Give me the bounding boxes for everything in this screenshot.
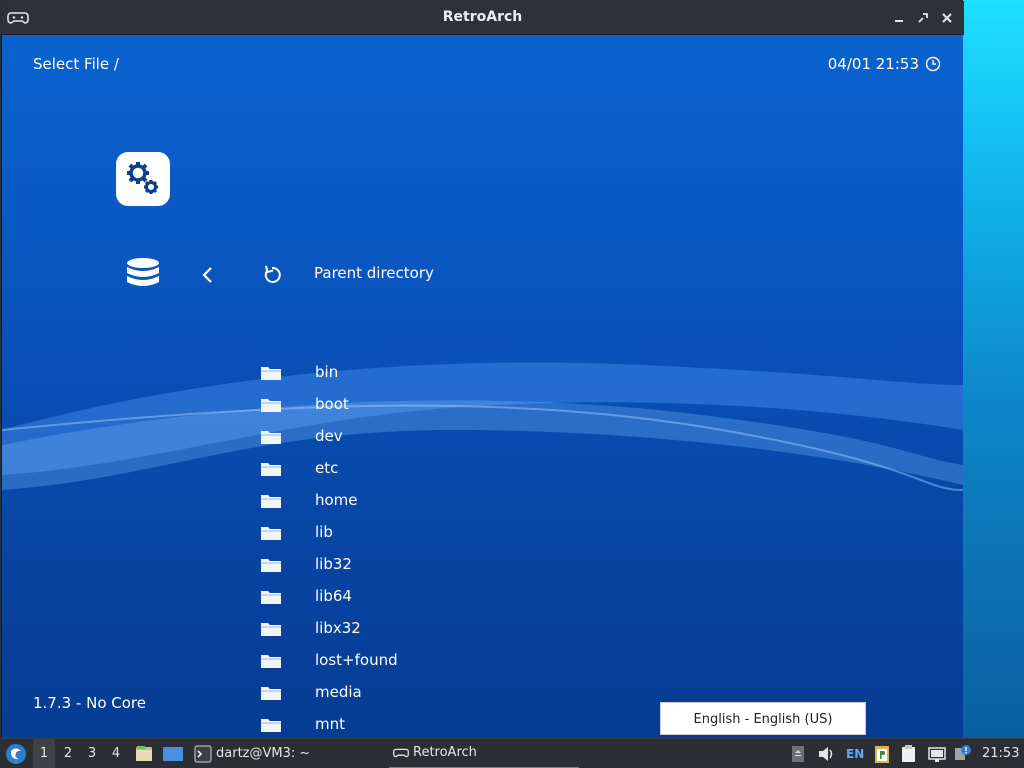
window-title: RetroArch: [442, 9, 523, 25]
datetime-text: 04/01 21:53: [827, 55, 919, 73]
list-item[interactable]: mnt: [260, 713, 660, 735]
workspace-1[interactable]: 1: [33, 739, 55, 768]
keyboard-layout-indicator[interactable]: EN: [846, 739, 864, 768]
taskbar: 1 2 3 4 dartz@VM3: ~ RetroArch EN 21:53: [0, 738, 1024, 768]
folder-icon: [261, 527, 281, 540]
retroarch-window: RetroArch Select File / 04/01 21:53 Pare…: [0, 0, 964, 738]
maximize-icon: [918, 13, 928, 23]
language-popup[interactable]: English - English (US): [660, 702, 866, 735]
folder-icon: [261, 431, 281, 444]
close-button[interactable]: [938, 9, 956, 27]
clipboard-icon[interactable]: [899, 744, 919, 764]
file-name: lost+found: [315, 651, 398, 669]
window-titlebar[interactable]: RetroArch: [1, 1, 964, 35]
refresh-icon: [264, 265, 281, 283]
version-label: 1.7.3 - No Core: [33, 694, 146, 712]
retroarch-task[interactable]: RetroArch: [389, 739, 579, 768]
folder-icon: [261, 463, 281, 476]
minimize-button[interactable]: [890, 9, 908, 27]
workspace-2[interactable]: 2: [57, 739, 79, 768]
datetime-display: 04/01 21:53: [828, 55, 941, 73]
taskbar-clock[interactable]: 21:53: [982, 739, 1019, 768]
folder-icon: [261, 591, 281, 604]
list-item[interactable]: lib64: [260, 585, 660, 607]
settings-tab[interactable]: [116, 152, 170, 206]
retroarch-task-label: RetroArch: [413, 745, 477, 760]
gears-icon: [127, 162, 158, 194]
file-name: lib64: [315, 587, 352, 605]
list-item[interactable]: lib: [260, 521, 660, 543]
workspace-3[interactable]: 3: [81, 739, 103, 768]
folder-icon: [261, 559, 281, 572]
show-desktop-button[interactable]: [162, 744, 184, 764]
folder-icon: [261, 623, 281, 636]
folder-icon: [261, 367, 281, 380]
parent-directory-item[interactable]: Parent directory: [314, 264, 434, 282]
file-manager-launcher[interactable]: [134, 744, 154, 764]
start-menu-button[interactable]: [4, 742, 28, 766]
file-name: media: [315, 683, 362, 701]
minimize-icon: [895, 20, 903, 22]
file-name: lib: [315, 523, 333, 541]
clock-icon: [925, 56, 941, 72]
file-name: lib32: [315, 555, 352, 573]
list-item[interactable]: libx32: [260, 617, 660, 639]
breadcrumb: Select File /: [33, 55, 119, 73]
list-item[interactable]: home: [260, 489, 660, 511]
maximize-button[interactable]: [914, 9, 932, 27]
file-name: home: [315, 491, 358, 509]
close-icon: [942, 13, 952, 23]
list-item[interactable]: etc: [260, 457, 660, 479]
list-item[interactable]: bin: [260, 361, 660, 383]
file-name: dev: [315, 427, 343, 445]
clipboard-p-icon[interactable]: [872, 744, 892, 764]
folder-icon: [261, 719, 281, 732]
chevron-left-icon[interactable]: [198, 264, 216, 286]
file-name: libx32: [315, 619, 361, 637]
retroarch-menu: Select File / 04/01 21:53 Parent directo…: [2, 35, 963, 738]
list-item[interactable]: boot: [260, 393, 660, 415]
list-item[interactable]: lib32: [260, 553, 660, 575]
file-name: mnt: [315, 715, 345, 733]
file-name: bin: [315, 363, 339, 381]
folder-icon: [261, 655, 281, 668]
network-icon[interactable]: [927, 744, 947, 764]
desktop-background: [962, 0, 1024, 738]
folder-icon: [261, 399, 281, 412]
file-name: boot: [315, 395, 349, 413]
workspace-4[interactable]: 4: [105, 739, 127, 768]
folder-icon: [261, 687, 281, 700]
folder-icon: [261, 495, 281, 508]
terminal-task-label: dartz@VM3: ~: [216, 746, 311, 761]
desktop-icon: [163, 747, 183, 761]
terminal-task[interactable]: dartz@VM3: ~: [194, 739, 310, 768]
list-item[interactable]: media: [260, 681, 660, 703]
file-name: etc: [315, 459, 339, 477]
gamepad-icon: [393, 748, 409, 758]
terminal-icon: [194, 745, 212, 763]
list-item[interactable]: dev: [260, 425, 660, 447]
list-item[interactable]: lost+found: [260, 649, 660, 671]
database-icon[interactable]: [124, 257, 162, 293]
eject-icon[interactable]: [788, 744, 808, 764]
distro-logo-icon: [6, 744, 26, 764]
volume-icon[interactable]: [816, 744, 836, 764]
file-manager-icon: [136, 746, 152, 761]
update-notifier-icon[interactable]: [953, 744, 973, 764]
